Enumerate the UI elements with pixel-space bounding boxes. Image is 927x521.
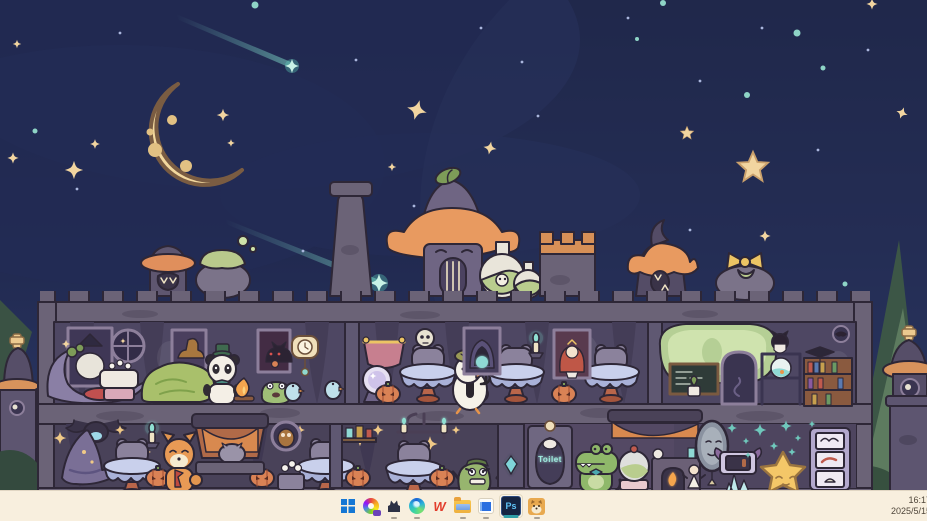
vending-cabinet [810,428,850,490]
hooded-figure-painting [464,328,500,374]
pillar [330,424,342,488]
round-window [112,330,144,362]
windows-logo-icon [341,499,355,513]
shiba-thumbnail-icon [528,498,545,515]
blackboard [670,364,718,396]
running-indicator [483,517,489,519]
photoshop-icon: Ps [501,496,521,516]
pillar [345,322,359,404]
running-indicator [534,517,540,519]
arched-door [722,352,756,404]
taskbar: W Ps 16:17 2025/5/15 [0,490,927,521]
blue-app-icon [478,498,494,514]
pillar [648,322,662,404]
gem-post [498,424,524,488]
wallpaper: Toilet [0,0,927,521]
taskbar-edge-browser[interactable] [407,493,426,519]
taskbar-icon-group: W Ps [338,491,546,521]
wps-icon: W [433,499,445,514]
running-indicator [414,517,420,519]
running-indicator [391,517,397,519]
bat-emblem [833,326,849,342]
active-indicator [504,515,519,518]
cat-app-icon [386,498,402,514]
owl-portrait [272,422,300,450]
taskbar-photoshop[interactable]: Ps [499,494,523,518]
start-button[interactable] [338,493,357,519]
folder-icon [454,500,471,513]
black-cat-painting [258,330,292,372]
running-indicator [460,517,466,519]
taskbar-file-explorer[interactable] [453,493,472,519]
princess-painting [554,330,590,378]
edge-icon [409,498,425,514]
wall-shelf [342,426,376,442]
taskbar-image-viewer[interactable] [527,493,546,519]
taskbar-wps-office[interactable]: W [430,493,449,519]
clock-time: 16:17 [891,495,927,506]
crenellated-tower [540,232,595,296]
canopy-booth [192,414,268,474]
winged-frame [715,448,762,474]
taskbar-media-app[interactable] [476,493,495,519]
wall-rug [363,337,405,368]
desktop: Toilet [0,0,927,521]
clock-date: 2025/5/15 [891,506,927,517]
door-clock [545,421,555,431]
photos-icon [363,498,379,514]
toilet-door: Toilet [528,421,572,488]
toilet-sign: Toilet [538,455,562,464]
taskbar-cat-app[interactable] [384,493,403,519]
taskbar-clock[interactable]: 16:17 2025/5/15 [891,495,927,517]
taskbar-photos-app[interactable] [361,493,380,519]
black-cat-maid [772,331,788,353]
